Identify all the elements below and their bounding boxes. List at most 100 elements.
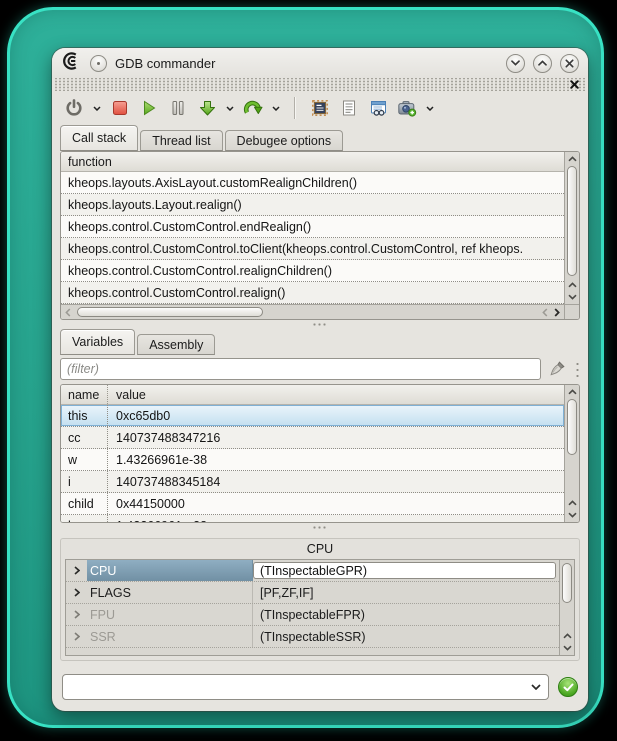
scroll-up-icon[interactable] (565, 279, 579, 291)
call-stack-row[interactable]: kheops.control.CustomControl.realignChil… (61, 260, 564, 282)
column-name[interactable]: name (61, 385, 108, 404)
variable-row[interactable]: child 0x44150000 (61, 493, 564, 515)
tab-debugee-options[interactable]: Debugee options (225, 130, 344, 151)
step-over-dropdown-icon[interactable] (270, 96, 282, 120)
dock-close-icon[interactable] (569, 79, 580, 90)
splitter-handle[interactable] (52, 523, 588, 532)
unshade-button[interactable] (533, 54, 552, 73)
pause-button[interactable] (166, 96, 190, 120)
debug-toolbar (52, 91, 588, 125)
variables-rows: this 0xc65db0 cc 140737488347216 w 1.432… (61, 405, 564, 522)
tab-assembly[interactable]: Assembly (137, 334, 215, 355)
scroll-up-icon[interactable] (565, 497, 579, 509)
command-combobox[interactable] (62, 674, 549, 700)
dock-grip[interactable] (54, 78, 586, 91)
command-bar (52, 667, 588, 707)
call-stack-row[interactable]: kheops.layouts.AxisLayout.customRealignC… (61, 172, 564, 194)
expand-chevron-icon[interactable] (66, 560, 87, 581)
call-stack-header[interactable]: function (61, 152, 564, 172)
cpu-registers-button[interactable] (308, 96, 332, 120)
panel-grip-dots[interactable] (575, 361, 580, 377)
dock-float-button[interactable] (90, 55, 107, 72)
variable-row[interactable]: i 140737488345184 (61, 471, 564, 493)
middle-tabbar: Variables Assembly (52, 329, 588, 355)
call-stack-panel: function kheops.layouts.AxisLayout.custo… (60, 151, 580, 320)
app-logo-icon (61, 51, 82, 76)
shade-button[interactable] (506, 54, 525, 73)
gdb-commander-window: GDB commander (52, 48, 588, 711)
scroll-up-icon[interactable] (565, 386, 579, 398)
cpu-row[interactable]: FPU (TInspectableFPR) (66, 604, 559, 626)
splitter-dots (312, 323, 328, 326)
splitter-handle[interactable] (52, 320, 588, 329)
scroll-thumb[interactable] (562, 563, 572, 603)
snapshot-camera-button[interactable] (395, 96, 419, 120)
call-stack-row[interactable]: kheops.layouts.Layout.realign() (61, 194, 564, 216)
clear-filter-brush-icon[interactable] (546, 358, 568, 380)
watch-window-button[interactable] (366, 96, 390, 120)
top-tabbar: Call stack Thread list Debugee options (52, 125, 588, 151)
teal-window-frame: GDB commander (7, 7, 604, 728)
scroll-down-icon[interactable] (560, 642, 574, 654)
output-log-button[interactable] (337, 96, 361, 120)
scroll-down-icon[interactable] (565, 509, 579, 521)
column-function[interactable]: function (61, 155, 112, 169)
call-stack-row[interactable]: kheops.control.CustomControl.endRealign(… (61, 216, 564, 238)
cpu-value-editor[interactable]: (TInspectableGPR) (253, 562, 556, 579)
column-value[interactable]: value (108, 388, 146, 402)
call-stack-hscrollbar[interactable] (61, 304, 564, 319)
power-button[interactable] (62, 96, 86, 120)
filter-input[interactable] (60, 358, 541, 380)
step-into-dropdown-icon[interactable] (224, 96, 236, 120)
close-button[interactable] (560, 54, 579, 73)
call-stack-vscrollbar[interactable] (564, 152, 579, 304)
call-stack-row[interactable]: kheops.control.CustomControl.toClient(kh… (61, 238, 564, 260)
step-over-button[interactable] (241, 96, 265, 120)
call-stack-row[interactable]: kheops.control.CustomControl.realign() (61, 282, 564, 304)
cpu-row-selected[interactable]: CPU (TInspectableGPR) (66, 560, 559, 582)
scroll-left-icon[interactable] (539, 305, 551, 319)
scroll-thumb[interactable] (567, 166, 577, 276)
tab-variables[interactable]: Variables (60, 329, 135, 355)
scroll-up-icon[interactable] (560, 630, 574, 642)
tab-call-stack[interactable]: Call stack (60, 125, 138, 151)
expand-chevron-icon[interactable] (66, 604, 87, 625)
call-stack-rows: kheops.layouts.AxisLayout.customRealignC… (61, 172, 564, 304)
scroll-up-icon[interactable] (565, 153, 579, 165)
cpu-row[interactable]: FLAGS [PF,ZF,IF] (66, 582, 559, 604)
run-button[interactable] (137, 96, 161, 120)
expand-chevron-icon[interactable] (66, 582, 87, 603)
window-title: GDB commander (115, 56, 215, 71)
variable-row[interactable]: w 1.43266961e-38 (61, 449, 564, 471)
cpu-rows: CPU (TInspectableGPR) FLAGS [PF,ZF,IF] (66, 560, 559, 648)
power-dropdown-icon[interactable] (91, 96, 103, 120)
confirm-button[interactable] (558, 677, 578, 697)
scroll-down-icon[interactable] (565, 291, 579, 303)
cpu-inspector-grid: CPU (TInspectableGPR) FLAGS [PF,ZF,IF] (65, 559, 575, 656)
scroll-left-icon[interactable] (62, 305, 74, 319)
cpu-groupbox: CPU CPU (TInspectableGPR) FLAGS (60, 538, 580, 661)
snapshot-dropdown-icon[interactable] (424, 96, 436, 120)
scroll-thumb[interactable] (567, 399, 577, 455)
combo-dropdown-icon[interactable] (531, 675, 541, 699)
expand-chevron-icon[interactable] (66, 626, 87, 647)
scrollbar-corner (564, 304, 579, 319)
titlebar: GDB commander (52, 48, 588, 78)
cpu-group-title: CPU (61, 539, 579, 558)
tab-thread-list[interactable]: Thread list (140, 130, 222, 151)
toolbar-separator (294, 97, 296, 119)
variables-header: name value (61, 385, 564, 405)
variable-row-selected[interactable]: this 0xc65db0 (61, 405, 564, 427)
step-into-button[interactable] (195, 96, 219, 120)
filter-row (60, 356, 580, 382)
cpu-vscrollbar[interactable] (559, 560, 574, 655)
cpu-row[interactable]: SSR (TInspectableSSR) (66, 626, 559, 648)
variables-vscrollbar[interactable] (564, 385, 579, 522)
variables-panel: name value this 0xc65db0 cc 140737488347… (60, 384, 580, 523)
scroll-right-icon[interactable] (551, 305, 563, 319)
scroll-thumb[interactable] (77, 307, 263, 317)
stop-button[interactable] (108, 96, 132, 120)
splitter-dots (312, 526, 328, 529)
variable-row[interactable]: cc 140737488347216 (61, 427, 564, 449)
variable-row[interactable]: h 1.43266961e-38 (61, 515, 564, 522)
